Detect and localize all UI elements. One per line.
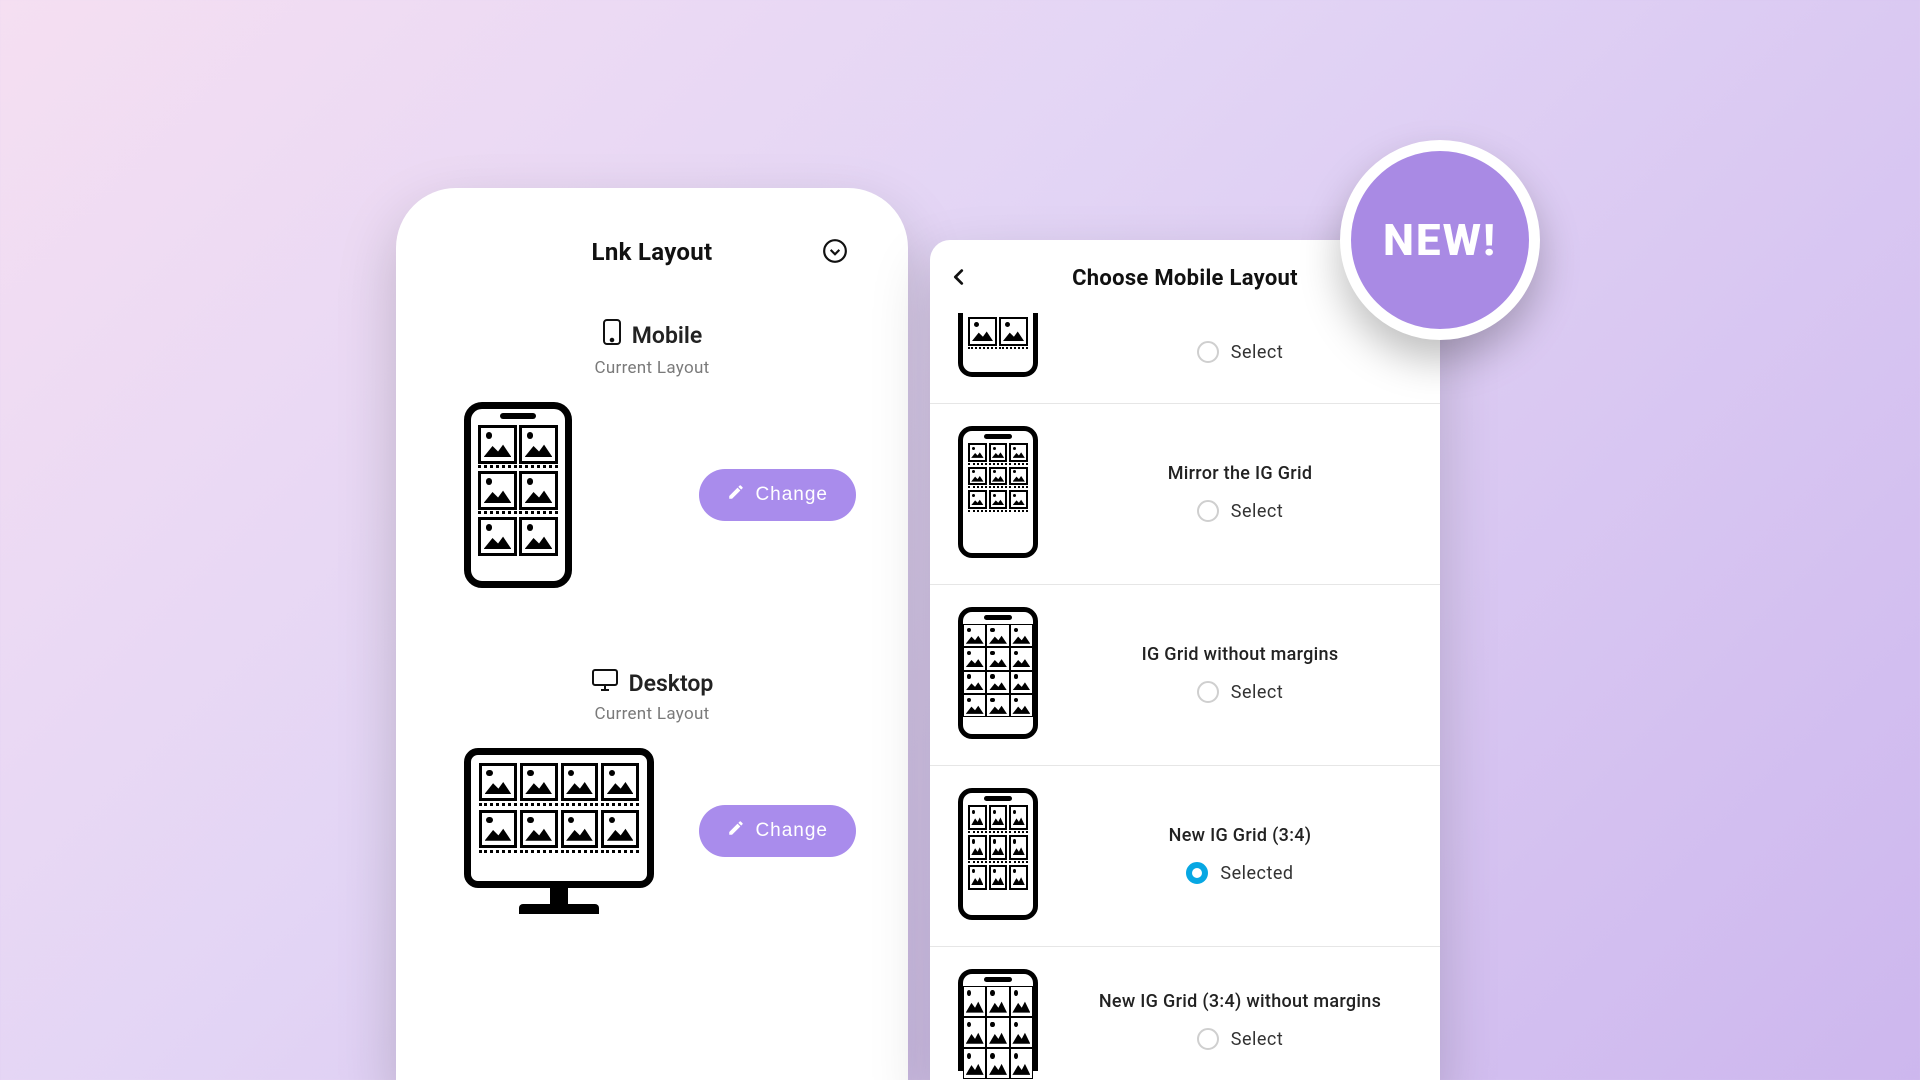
layout-thumbnail-icon (958, 969, 1038, 1071)
layout-option: IG Grid without margins Select (930, 585, 1440, 766)
layout-select-radio[interactable]: Select (1068, 681, 1412, 703)
radio-icon (1197, 1028, 1219, 1050)
radio-selected-icon (1186, 862, 1208, 884)
layout-option: Mirror the IG Grid Select (930, 404, 1440, 585)
mobile-heading-text: Mobile (632, 322, 702, 349)
new-badge: NEW! (1340, 140, 1540, 340)
change-desktop-layout-button[interactable]: Change (699, 805, 856, 857)
layout-thumbnail-icon (958, 607, 1038, 739)
mobile-layout-section: Mobile Current Layout (436, 318, 868, 588)
layout-select-radio[interactable]: Select (1068, 341, 1412, 363)
layout-select-radio[interactable]: Selected (1068, 862, 1412, 884)
desktop-layout-preview-icon (464, 748, 654, 914)
radio-label: Select (1231, 682, 1283, 703)
layout-select-radio[interactable]: Select (1068, 500, 1412, 522)
radio-label: Select (1231, 1029, 1283, 1050)
layout-option-title: New IG Grid (3:4) (1068, 824, 1412, 848)
change-mobile-layout-button[interactable]: Change (699, 469, 856, 521)
pencil-icon (727, 483, 745, 507)
layout-settings-panel: Lnk Layout Mobile Current Layout (396, 188, 908, 1080)
layout-option-title: New IG Grid (3:4) without margins (1068, 990, 1412, 1014)
radio-label: Selected (1220, 863, 1293, 884)
pencil-icon (727, 819, 745, 843)
radio-label: Select (1231, 342, 1283, 363)
desktop-icon (591, 668, 619, 698)
change-mobile-label: Change (755, 484, 828, 506)
new-badge-text: NEW! (1383, 214, 1497, 266)
layout-option: New IG Grid (3:4) without margins Select (930, 947, 1440, 1080)
mobile-subtext: Current Layout (436, 358, 868, 378)
layout-thumbnail-icon (958, 313, 1038, 377)
mobile-layout-preview-icon (464, 402, 572, 588)
panel-title: Lnk Layout (436, 238, 868, 266)
layout-option-title: IG Grid without margins (1068, 643, 1412, 667)
chevron-left-icon[interactable] (948, 266, 970, 288)
layout-option-list: Select Mirror the IG Grid (930, 313, 1440, 1080)
radio-icon (1197, 341, 1219, 363)
radio-icon (1197, 681, 1219, 703)
radio-icon (1197, 500, 1219, 522)
desktop-layout-section: Desktop Current Layout (436, 668, 868, 914)
layout-select-radio[interactable]: Select (1068, 1028, 1412, 1050)
radio-label: Select (1231, 501, 1283, 522)
mobile-icon (602, 318, 622, 352)
desktop-subtext: Current Layout (436, 704, 868, 724)
layout-option-title: Mirror the IG Grid (1068, 462, 1412, 486)
layout-option: New IG Grid (3:4) Selected (930, 766, 1440, 947)
layout-thumbnail-icon (958, 426, 1038, 558)
desktop-heading-text: Desktop (629, 670, 714, 697)
change-desktop-label: Change (755, 820, 828, 842)
choose-mobile-layout-panel: Choose Mobile Layout Select (930, 240, 1440, 1080)
mobile-section-title: Mobile (436, 318, 868, 352)
layout-thumbnail-icon (958, 788, 1038, 920)
chevron-down-circle-icon[interactable] (822, 238, 848, 264)
layout-option: Select (930, 313, 1440, 404)
panel-header: Lnk Layout (436, 238, 868, 266)
desktop-section-title: Desktop (436, 668, 868, 698)
